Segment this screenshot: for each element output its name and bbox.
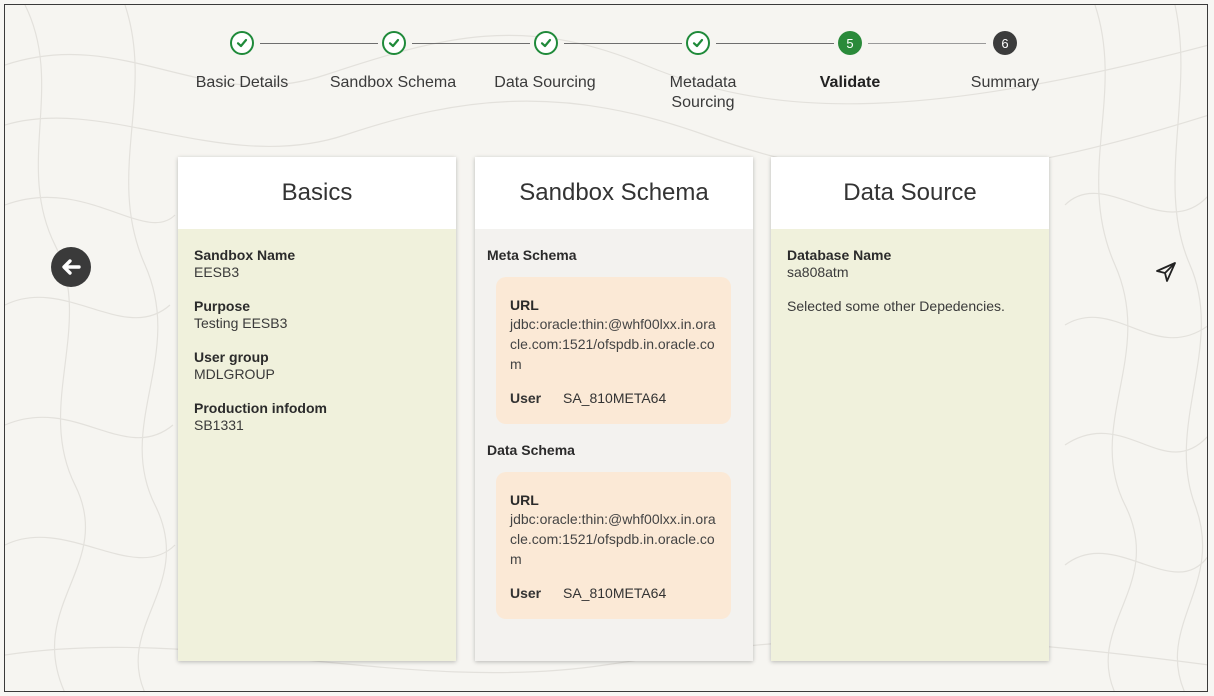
step-label-validate[interactable]: Validate (795, 73, 905, 93)
step-5-number[interactable]: 5 (838, 31, 862, 55)
step-label-sandbox-schema[interactable]: Sandbox Schema (318, 73, 468, 93)
database-name-field: Database Name sa808atm (787, 247, 1033, 281)
basics-card: Basics Sandbox Name EESB3 Purpose Testin… (178, 157, 456, 661)
wizard-frame: 5 6 Basic Details Sandbox Schema Data So… (4, 4, 1208, 692)
field-label: User group (194, 349, 269, 365)
sandbox-schema-card-body: Meta Schema URL jdbc:oracle:thin:@whf00l… (475, 229, 753, 637)
field-label: Production infodom (194, 400, 327, 416)
production-infodom-field: Production infodom SB1331 (194, 400, 440, 434)
user-label: User (510, 390, 542, 406)
step-3-check-icon[interactable] (534, 31, 558, 55)
step-label-summary[interactable]: Summary (950, 73, 1060, 93)
step-connector (868, 43, 986, 44)
field-label: Sandbox Name (194, 247, 296, 263)
field-value: SB1331 (194, 417, 244, 433)
data-schema-heading: Data Schema (487, 442, 575, 458)
sandbox-name-field: Sandbox Name EESB3 (194, 247, 440, 281)
user-group-field: User group MDLGROUP (194, 349, 440, 383)
user-label: User (510, 585, 542, 601)
sandbox-schema-card: Sandbox Schema Meta Schema URL jdbc:orac… (475, 157, 753, 661)
step-6-number[interactable]: 6 (993, 31, 1017, 55)
url-value: jdbc:oracle:thin:@whf00lxx.in.oracle.com… (510, 316, 716, 372)
user-value: SA_810META64 (563, 585, 667, 601)
step-label-basic-details[interactable]: Basic Details (178, 73, 306, 93)
step-2-check-icon[interactable] (382, 31, 406, 55)
data-source-card-body: Database Name sa808atm Selected some oth… (771, 229, 1049, 333)
step-connector (260, 43, 378, 44)
url-label: URL (510, 492, 539, 508)
step-connector (412, 43, 530, 44)
arrow-left-icon (62, 259, 81, 275)
step-label-metadata-line2: Sourcing (671, 94, 735, 111)
url-label: URL (510, 297, 539, 313)
paper-plane-icon (1156, 262, 1176, 282)
user-value: SA_810META64 (563, 390, 667, 406)
meta-schema-connection: URL jdbc:oracle:thin:@whf00lxx.in.oracle… (496, 277, 731, 424)
field-value: Testing EESB3 (194, 315, 288, 331)
field-value: sa808atm (787, 264, 849, 280)
dependencies-note: Selected some other Depedencies. (787, 298, 1005, 314)
back-button[interactable] (51, 247, 91, 287)
step-label-metadata-line1: Metadata (669, 74, 737, 91)
basics-card-body: Sandbox Name EESB3 Purpose Testing EESB3… (178, 229, 456, 469)
basics-card-title: Basics (178, 157, 456, 229)
step-label-data-sourcing[interactable]: Data Sourcing (480, 73, 610, 93)
field-label: Database Name (787, 247, 892, 263)
user-row: User SA_810META64 (510, 390, 717, 406)
step-label-metadata-sourcing[interactable]: Metadata Sourcing (638, 73, 768, 113)
purpose-field: Purpose Testing EESB3 (194, 298, 440, 332)
meta-schema-heading: Meta Schema (487, 247, 577, 263)
field-label: Purpose (194, 298, 251, 314)
user-row: User SA_810META64 (510, 585, 717, 601)
sandbox-schema-card-title: Sandbox Schema (475, 157, 753, 229)
step-connector (564, 43, 682, 44)
step-4-check-icon[interactable] (686, 31, 710, 55)
url-value: jdbc:oracle:thin:@whf00lxx.in.oracle.com… (510, 511, 716, 567)
data-source-card-title: Data Source (771, 157, 1049, 229)
data-schema-connection: URL jdbc:oracle:thin:@whf00lxx.in.oracle… (496, 472, 731, 619)
field-value: MDLGROUP (194, 366, 275, 382)
step-connector (716, 43, 834, 44)
data-source-card: Data Source Database Name sa808atm Selec… (771, 157, 1049, 661)
progress-stepper: 5 6 Basic Details Sandbox Schema Data So… (5, 5, 1207, 145)
submit-button[interactable] (1155, 261, 1177, 283)
step-1-check-icon[interactable] (230, 31, 254, 55)
field-value: EESB3 (194, 264, 240, 280)
